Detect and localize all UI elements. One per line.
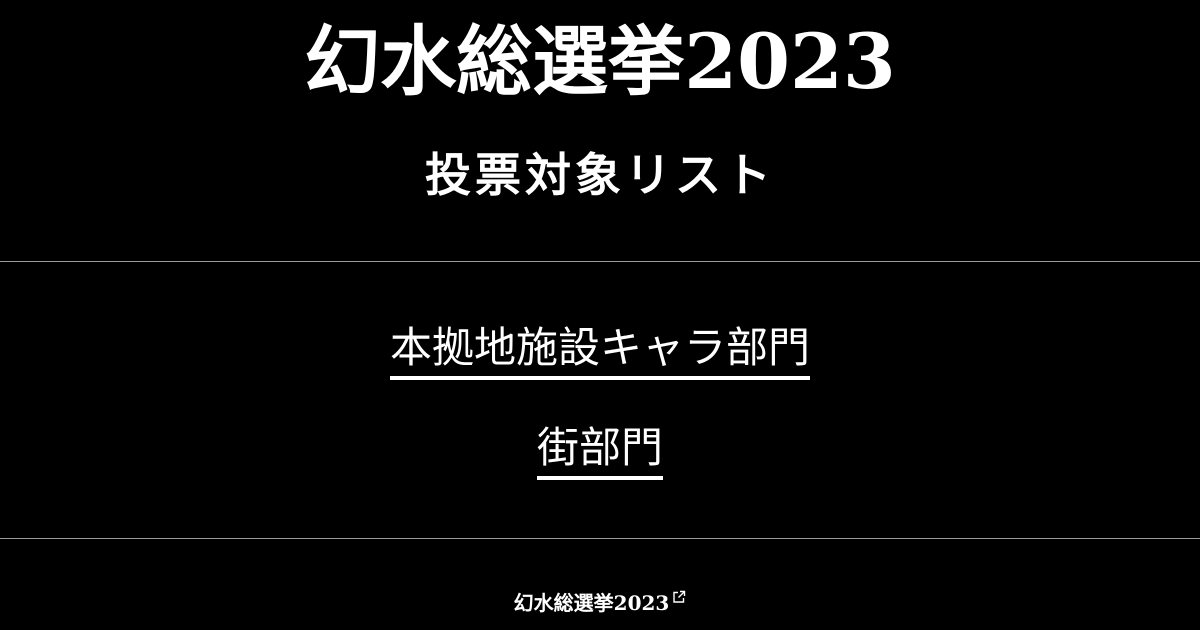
nav-link-towns[interactable]: 街部門 xyxy=(536,420,663,480)
nav-item-towns: 街部門 xyxy=(0,420,1200,480)
page-subtitle: 投票対象リスト xyxy=(425,148,775,202)
category-nav: 本拠地施設キャラ部門 街部門 xyxy=(0,262,1200,538)
page-title: 幻水総選挙2023 xyxy=(304,17,896,106)
external-link-icon xyxy=(673,590,686,603)
nav-link-facility-characters[interactable]: 本拠地施設キャラ部門 xyxy=(389,320,810,380)
nav-item-facility-characters: 本拠地施設キャラ部門 xyxy=(0,320,1200,380)
page-header: 幻水総選挙2023 投票対象リスト xyxy=(0,0,1200,262)
bottom-divider xyxy=(0,538,1200,539)
footer-link[interactable]: 幻水総選挙2023 xyxy=(0,588,1200,618)
footer-link-label: 幻水総選挙2023 xyxy=(513,591,670,615)
